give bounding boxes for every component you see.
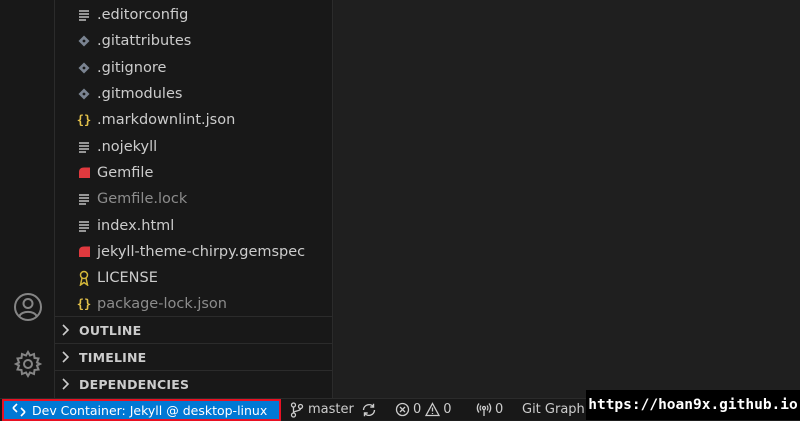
file-item[interactable]: .editorconfig	[55, 2, 333, 28]
lines-icon	[75, 137, 93, 157]
file-item[interactable]: {} package-lock.json	[55, 291, 333, 317]
file-name: .gitignore	[97, 59, 167, 76]
warning-icon	[425, 402, 441, 417]
broadcast-icon	[476, 402, 492, 418]
ports-button[interactable]: 0	[476, 399, 503, 420]
file-name: .gitattributes	[97, 33, 192, 50]
file-name: jekyll-theme-chirpy.gemspec	[97, 243, 306, 260]
license-ribbon-icon	[75, 268, 93, 288]
lines-icon	[75, 189, 93, 209]
outline-section-header[interactable]: OUTLINE	[55, 316, 333, 343]
file-item[interactable]: .gitattributes	[55, 28, 333, 54]
warnings-count: 0	[443, 402, 452, 417]
file-tree: .editorconfig .gitattributes .gitignore .gi…	[55, 2, 333, 318]
git-diamond-icon	[75, 31, 93, 51]
error-icon	[395, 402, 410, 417]
file-name: Gemfile.lock	[97, 191, 188, 208]
watermark: https://hoan9x.github.io	[586, 390, 800, 420]
git-graph-label: Git Graph	[522, 402, 585, 417]
timeline-section-header[interactable]: TIMELINE	[55, 343, 333, 370]
explorer-sidebar: .editorconfig .gitattributes .gitignore .gi…	[55, 0, 333, 398]
remote-indicator-button[interactable]: Dev Container: Jekyll @ desktop-linux	[2, 399, 281, 421]
branch-label: master	[308, 402, 354, 417]
lines-icon	[75, 216, 93, 236]
chevron-right-icon	[61, 378, 75, 390]
remote-icon	[12, 403, 26, 417]
file-name: LICENSE	[97, 270, 158, 287]
file-item[interactable]: jekyll-theme-chirpy.gemspec	[55, 239, 333, 265]
file-name: .gitmodules	[97, 86, 183, 103]
sync-icon	[361, 402, 377, 418]
activity-bar	[0, 0, 55, 398]
json-braces-icon: {}	[75, 110, 93, 130]
file-item[interactable]: .gitignore	[55, 55, 333, 81]
editor-area[interactable]	[334, 0, 800, 398]
file-item[interactable]: Gemfile.lock	[55, 186, 333, 212]
chevron-right-icon	[61, 324, 75, 336]
git-graph-button[interactable]: Git Graph	[522, 399, 585, 420]
account-icon[interactable]	[0, 285, 55, 329]
remote-label: Dev Container: Jekyll @ desktop-linux	[32, 402, 268, 418]
git-branch-icon	[290, 401, 304, 418]
json-braces-icon: {}	[75, 294, 93, 314]
svg-text:{}: {}	[77, 113, 91, 127]
file-item[interactable]: Gemfile	[55, 160, 333, 186]
dependencies-section-header[interactable]: DEPENDENCIES	[55, 370, 333, 397]
git-diamond-icon	[75, 58, 93, 78]
file-name: package-lock.json	[97, 296, 227, 313]
file-name: .nojekyll	[97, 138, 158, 155]
sync-button[interactable]	[361, 399, 377, 420]
svg-text:{}: {}	[77, 297, 91, 311]
outline-section-label: OUTLINE	[79, 322, 142, 338]
lines-icon	[75, 5, 93, 25]
file-item[interactable]: .gitmodules	[55, 81, 333, 107]
ports-count: 0	[495, 402, 504, 417]
file-name: index.html	[97, 217, 175, 234]
chevron-right-icon	[61, 351, 75, 363]
file-item[interactable]: LICENSE	[55, 265, 333, 291]
gear-icon[interactable]	[0, 342, 55, 386]
file-item[interactable]: index.html	[55, 212, 333, 238]
branch-button[interactable]: master	[290, 399, 354, 420]
ruby-icon	[75, 163, 93, 183]
problems-button[interactable]: 0 0	[395, 399, 452, 420]
errors-count: 0	[413, 402, 422, 417]
dependencies-section-label: DEPENDENCIES	[79, 376, 190, 392]
timeline-section-label: TIMELINE	[79, 349, 147, 365]
file-item[interactable]: .nojekyll	[55, 133, 333, 159]
ruby-icon	[75, 242, 93, 262]
file-name: .markdownlint.json	[97, 112, 236, 129]
file-name: Gemfile	[97, 164, 154, 181]
file-name: .editorconfig	[97, 7, 189, 24]
git-diamond-icon	[75, 84, 93, 104]
file-item[interactable]: {} .markdownlint.json	[55, 107, 333, 133]
